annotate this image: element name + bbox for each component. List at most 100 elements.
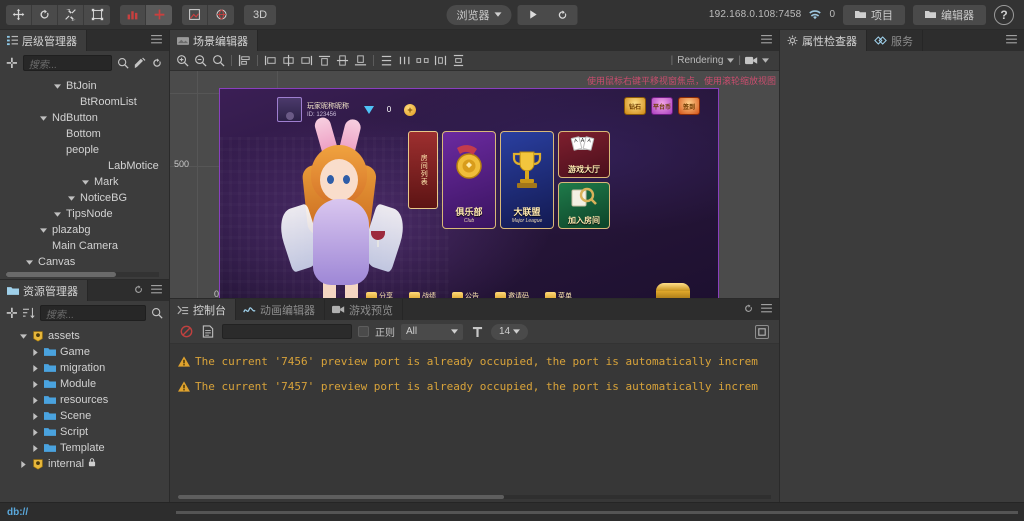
rotate-tool-button[interactable] [32,5,58,25]
chevron-down-icon[interactable] [727,58,734,63]
badge-checkin[interactable]: 签到 [678,97,700,115]
nav-menu[interactable]: 菜单 [545,291,572,298]
rect-transform-tool-button[interactable] [84,5,110,25]
hierarchy-node[interactable]: LabMotice [0,158,169,174]
chevron-down-icon[interactable] [52,212,62,217]
editor-button[interactable]: 编辑器 [913,5,986,25]
font-size-select[interactable]: 14 [491,324,528,340]
card-room-list[interactable]: 房间列表 [408,131,438,209]
asset-node[interactable]: internal [0,456,169,472]
hierarchy-node[interactable]: NoticeBG [0,190,169,206]
sort-icon[interactable] [23,307,35,319]
chevron-down-icon[interactable] [66,196,76,201]
scene-menu-icon[interactable] [761,35,772,47]
chevron-down-icon[interactable] [762,58,769,63]
tab-scene-editor[interactable]: 场景编辑器 [170,30,258,51]
hierarchy-node[interactable]: Bottom [0,126,169,142]
chevron-down-icon[interactable] [24,260,34,265]
chevron-right-icon[interactable] [30,397,40,404]
move-tool-button[interactable] [6,5,32,25]
clear-console-button[interactable] [178,324,194,340]
distribute-v-icon[interactable] [378,52,395,69]
tab-game-preview[interactable]: 游戏预览 [325,299,403,320]
card-game-hall[interactable]: AAA 游戏大厅 [558,131,610,178]
asset-node[interactable]: resources [0,392,169,408]
nav-invite-code[interactable]: 邀请码 [495,291,529,298]
hierarchy-refresh-icon[interactable] [151,57,163,69]
preview-target-select[interactable]: 浏览器 [447,5,512,25]
refresh-button[interactable] [548,5,578,25]
font-size-icon[interactable] [469,324,485,340]
pivot-tool-button[interactable] [120,5,146,25]
zoom-out-icon[interactable] [192,52,209,69]
scale-tool-button[interactable] [58,5,84,25]
console-log-row[interactable]: The current '7457' preview port is alrea… [170,375,779,400]
assets-sync-icon[interactable] [133,284,144,298]
align-h-right-icon[interactable] [298,52,315,69]
spacing-h-icon[interactable] [450,52,467,69]
align-top-icon[interactable] [316,52,333,69]
align-left-icon[interactable] [236,52,253,69]
console-filter-input[interactable] [222,324,352,339]
chevron-right-icon[interactable] [18,461,28,468]
dimension-toggle-button[interactable]: 3D [244,5,276,25]
align-middle-icon[interactable] [334,52,351,69]
console-sync-icon[interactable] [743,303,754,317]
asset-node[interactable]: migration [0,360,169,376]
chevron-down-icon[interactable] [52,84,62,89]
tab-hierarchy[interactable]: 层级管理器 [0,30,87,51]
hierarchy-node[interactable]: Canvas [0,254,169,270]
chevron-right-icon[interactable] [30,381,40,388]
export-log-button[interactable] [200,324,216,340]
hierarchy-node[interactable]: NdButton [0,110,169,126]
hierarchy-node[interactable]: Main Camera [0,238,169,254]
chevron-right-icon[interactable] [30,349,40,356]
badge-platform-coin[interactable]: 平台币 [651,97,673,115]
chevron-down-icon[interactable] [18,334,28,339]
center-tool-button[interactable] [146,5,172,25]
hierarchy-node[interactable]: Mark [0,174,169,190]
camera-icon[interactable] [745,56,758,65]
badge-diamond[interactable]: 钻石 [624,97,646,115]
nav-share[interactable]: 分享 [366,291,393,298]
nav-record[interactable]: 战绩 [409,291,436,298]
card-major-league[interactable]: 大联盟 Major League [500,131,554,229]
add-asset-button[interactable]: ✛ [6,306,18,320]
local-coord-button[interactable] [182,5,208,25]
hierarchy-node[interactable]: BtJoin [0,78,169,94]
tab-assets[interactable]: 资源管理器 [0,280,88,301]
align-h-left-icon[interactable] [262,52,279,69]
asset-node[interactable]: Script [0,424,169,440]
chevron-down-icon[interactable] [80,180,90,185]
asset-node[interactable]: Game [0,344,169,360]
assets-tree[interactable]: assetsGamemigrationModuleresourcesSceneS… [0,325,169,502]
console-menu-icon[interactable] [761,304,772,316]
chevron-right-icon[interactable] [30,365,40,372]
chevron-right-icon[interactable] [30,413,40,420]
chevron-down-icon[interactable] [38,228,48,233]
tab-property-inspector[interactable]: 属性检查器 [780,30,867,51]
chevron-right-icon[interactable] [30,445,40,452]
distribute-space-icon[interactable] [414,52,431,69]
console-log-list[interactable]: The current '7456' preview port is alrea… [170,344,779,502]
asset-node[interactable]: Module [0,376,169,392]
popout-console-button[interactable] [755,325,769,339]
add-gem-button[interactable]: + [404,104,416,116]
search-icon[interactable] [117,57,129,69]
asset-node[interactable]: Template [0,440,169,456]
treasure-chest-icon[interactable] [656,283,690,298]
distribute-h-icon[interactable] [396,52,413,69]
assets-menu-icon[interactable] [151,285,162,297]
chevron-down-icon[interactable] [38,116,48,121]
card-join-room[interactable]: 加入房间 [558,182,610,229]
console-hscrollbar[interactable] [178,495,771,499]
search-icon[interactable] [151,307,163,319]
log-level-select[interactable]: All [401,324,463,340]
asset-node[interactable]: Scene [0,408,169,424]
zoom-in-icon[interactable] [174,52,191,69]
locate-icon[interactable] [134,57,146,69]
hierarchy-node[interactable]: BtRoomList [0,94,169,110]
zoom-reset-icon[interactable] [210,52,227,69]
project-button[interactable]: 项目 [843,5,905,25]
inspector-menu-icon[interactable] [1006,35,1017,47]
